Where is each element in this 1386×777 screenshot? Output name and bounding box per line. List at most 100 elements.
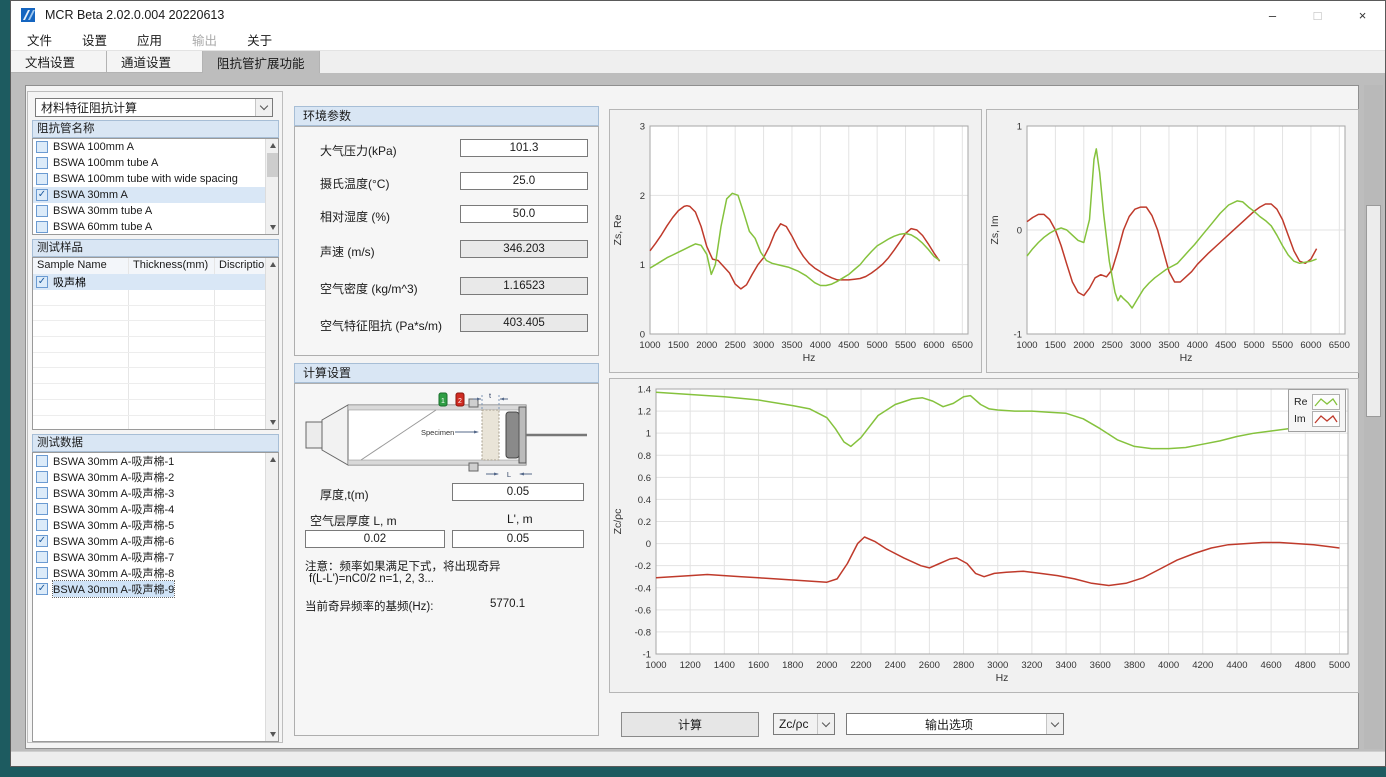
list-item[interactable]: BSWA 30mm A-吸声棉-8	[33, 565, 278, 581]
legend-label: Re	[1294, 396, 1312, 408]
chart-zc-rhoc: 1000120014001600180020002200240026002800…	[609, 378, 1359, 693]
list-item[interactable]: BSWA 30mm A-吸声棉-4	[33, 501, 278, 517]
unit-dropdown[interactable]: Zc/ρc	[773, 713, 835, 735]
checkbox[interactable]: ✓	[36, 189, 48, 201]
air-layer-L-input[interactable]: 0.02	[305, 530, 445, 548]
scroll-up-icon[interactable]	[266, 258, 279, 271]
legend-line-icon	[1312, 411, 1340, 427]
calculate-button[interactable]: 计算	[621, 712, 759, 737]
list-item-label: BSWA 30mm A-吸声棉-7	[53, 549, 174, 565]
checkbox[interactable]	[36, 487, 48, 499]
window-vertical-scrollbar[interactable]	[1364, 85, 1383, 749]
svg-text:-0.6: -0.6	[635, 605, 651, 616]
chart-legend: Re Im	[1288, 389, 1346, 432]
svg-text:4800: 4800	[1295, 660, 1316, 671]
calc-type-dropdown[interactable]: 材料特征阻抗计算	[35, 98, 273, 117]
menu-item[interactable]: 设置	[76, 28, 113, 51]
table-row[interactable]: ✓吸声棉	[33, 274, 278, 290]
checkbox[interactable]	[36, 221, 48, 233]
list-item[interactable]: ✓BSWA 30mm A	[33, 187, 278, 203]
tab-item[interactable]: 文档设置	[11, 51, 107, 73]
svg-text:0.8: 0.8	[638, 451, 651, 462]
checkbox[interactable]	[36, 157, 48, 169]
checkbox[interactable]	[36, 471, 48, 483]
svg-text:1600: 1600	[748, 660, 769, 671]
list-item[interactable]: BSWA 30mm A-吸声棉-5	[33, 517, 278, 533]
env-field-label: 大气压力(kPa)	[320, 142, 397, 159]
scroll-down-icon[interactable]	[266, 416, 279, 429]
scroll-up-icon[interactable]	[266, 139, 279, 152]
list-item[interactable]: BSWA 30mm A-吸声棉-3	[33, 485, 278, 501]
checkbox[interactable]	[36, 205, 48, 217]
output-options-dropdown[interactable]: 输出选项	[846, 713, 1064, 735]
data-section-title: 测试数据	[32, 434, 279, 452]
table-row-empty	[33, 368, 278, 384]
scrollbar-thumb[interactable]	[1366, 205, 1381, 417]
checkbox[interactable]: ✓	[36, 535, 48, 547]
scroll-down-icon[interactable]	[266, 728, 279, 741]
tab-active[interactable]: 阻抗管扩展功能	[203, 51, 320, 73]
air-layer-Lp-input[interactable]: 0.05	[452, 530, 584, 548]
legend-item[interactable]: Im	[1294, 411, 1340, 427]
legend-item[interactable]: Re	[1294, 394, 1340, 410]
table-row-empty	[33, 337, 278, 353]
env-field-input[interactable]: 50.0	[460, 205, 588, 223]
svg-text:2000: 2000	[816, 660, 837, 671]
scroll-up-icon[interactable]	[266, 453, 279, 466]
env-params-title: 环境参数	[294, 106, 599, 126]
checkbox[interactable]	[36, 141, 48, 153]
menu-item[interactable]: 关于	[241, 28, 278, 51]
checkbox[interactable]: ✓	[36, 583, 48, 595]
chevron-down-icon[interactable]	[1046, 714, 1063, 734]
list-item[interactable]: ✓BSWA 30mm A-吸声棉-9	[33, 581, 278, 597]
svg-text:2200: 2200	[850, 660, 871, 671]
close-button[interactable]: ×	[1340, 1, 1385, 29]
scrollbar-thumb[interactable]	[267, 153, 278, 177]
tube-list-scrollbar[interactable]	[265, 139, 278, 234]
table-row-empty	[33, 321, 278, 337]
env-field-input[interactable]: 25.0	[460, 172, 588, 190]
env-field-input: 346.203	[460, 240, 588, 258]
list-item[interactable]: BSWA 30mm A-吸声棉-2	[33, 469, 278, 485]
thickness-input[interactable]: 0.05	[452, 483, 584, 501]
checkbox[interactable]	[36, 567, 48, 579]
tab-item[interactable]: 通道设置	[107, 51, 203, 73]
checkbox[interactable]	[36, 551, 48, 563]
data-list-scrollbar[interactable]	[265, 453, 278, 741]
list-item-label: BSWA 30mm A-吸声棉-6	[53, 533, 174, 549]
svg-text:2400: 2400	[885, 660, 906, 671]
list-item[interactable]: BSWA 30mm tube A	[33, 203, 278, 219]
menu-item[interactable]: 应用	[131, 28, 168, 51]
svg-text:1.2: 1.2	[638, 407, 651, 418]
env-field-input[interactable]: 101.3	[460, 139, 588, 157]
list-item[interactable]: ✓ BSWA 30mm A-吸声棉-6	[33, 533, 278, 549]
checkbox[interactable]	[36, 503, 48, 515]
list-item[interactable]: BSWA 60mm tube A	[33, 219, 278, 235]
svg-text:4500: 4500	[838, 340, 859, 351]
svg-text:-1: -1	[643, 650, 651, 661]
svg-text:1: 1	[646, 429, 651, 440]
chevron-down-icon[interactable]	[817, 714, 834, 734]
list-item[interactable]: BSWA 30mm A-吸声棉-7	[33, 549, 278, 565]
maximize-button[interactable]: □	[1295, 1, 1340, 29]
checkbox[interactable]	[36, 173, 48, 185]
list-item[interactable]: BSWA 100mm A	[33, 139, 278, 155]
checkbox[interactable]	[36, 519, 48, 531]
list-item[interactable]: BSWA 100mm tube A	[33, 155, 278, 171]
table-cell	[129, 321, 215, 336]
sample-table-scrollbar[interactable]	[265, 258, 278, 429]
menu-item[interactable]: 文件	[21, 28, 58, 51]
svg-text:-0.8: -0.8	[635, 627, 651, 638]
table-cell	[215, 400, 267, 415]
list-item[interactable]: BSWA 30mm A-吸声棉-1	[33, 453, 278, 469]
list-item[interactable]: BSWA 100mm tube with wide spacing	[33, 171, 278, 187]
table-cell	[129, 400, 215, 415]
env-field-input: 1.16523	[460, 277, 588, 295]
scroll-down-icon[interactable]	[266, 221, 279, 234]
list-item-label: BSWA 30mm A-吸声棉-8	[53, 565, 174, 581]
checkbox[interactable]	[36, 455, 48, 467]
svg-text:1000: 1000	[645, 660, 666, 671]
checkbox[interactable]: ✓	[36, 276, 48, 288]
chevron-down-icon[interactable]	[255, 99, 272, 116]
minimize-button[interactable]: –	[1250, 1, 1295, 29]
